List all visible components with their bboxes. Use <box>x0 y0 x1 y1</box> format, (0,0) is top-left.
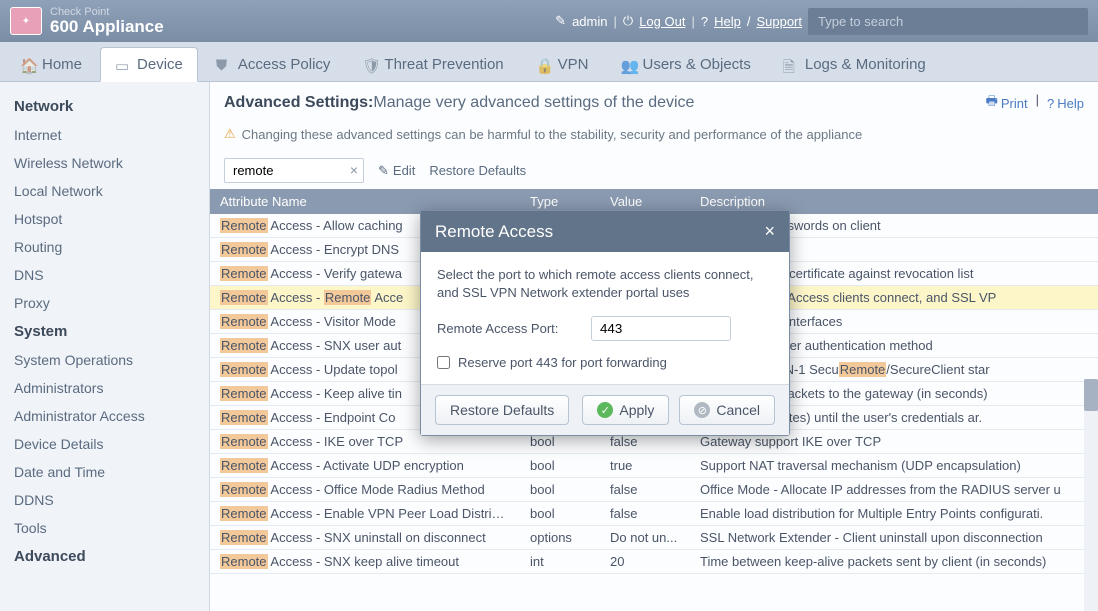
port-label: Remote Access Port: <box>437 321 577 336</box>
cancel-icon: ⊘ <box>694 402 710 418</box>
remote-access-port-input[interactable] <box>591 316 731 341</box>
reserve-port-label: Reserve port 443 for port forwarding <box>458 355 667 370</box>
remote-access-dialog: Remote Access × Select the port to which… <box>420 210 790 436</box>
dialog-restore-defaults-button[interactable]: Restore Defaults <box>435 395 569 425</box>
check-icon: ✓ <box>597 402 613 418</box>
cancel-button[interactable]: ⊘Cancel <box>679 395 775 425</box>
reserve-port-checkbox[interactable] <box>437 356 450 369</box>
dialog-description: Select the port to which remote access c… <box>437 266 773 302</box>
apply-button[interactable]: ✓Apply <box>582 395 669 425</box>
close-icon[interactable]: × <box>764 221 775 242</box>
modal-overlay: Remote Access × Select the port to which… <box>0 0 1098 611</box>
dialog-title: Remote Access <box>435 222 553 242</box>
